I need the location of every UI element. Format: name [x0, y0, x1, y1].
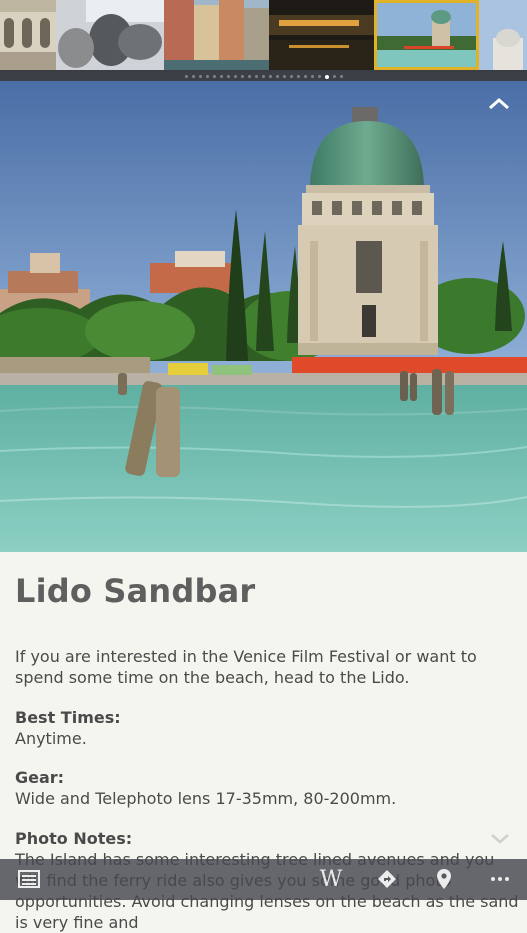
page-dot[interactable] [191, 75, 195, 78]
place-title: Lido Sandbar [15, 572, 256, 610]
page-dot[interactable] [310, 75, 314, 78]
thumbnail-palace-arches[interactable] [0, 0, 56, 70]
page-dot[interactable] [254, 75, 258, 78]
page-dot[interactable] [205, 75, 209, 78]
page-indicator [0, 72, 527, 81]
best-times-label: Best Times: [15, 708, 121, 727]
gear-label: Gear: [15, 768, 65, 787]
directions-icon-glyph [378, 870, 396, 888]
thumbnail-image [164, 0, 269, 70]
thumbnail-lion-statue[interactable] [56, 0, 164, 70]
page-dot[interactable] [226, 75, 230, 78]
page-dot[interactable] [184, 75, 188, 78]
best-times-value: Anytime. [15, 729, 87, 748]
expand-chevron-down-icon[interactable] [487, 830, 513, 848]
thumbnail-image [0, 0, 56, 70]
page-dot[interactable] [289, 75, 293, 78]
thumbnail-strip [0, 0, 527, 72]
page-dot[interactable] [275, 75, 279, 78]
place-intro: If you are interested in the Venice Film… [15, 647, 477, 687]
page-dot[interactable] [233, 75, 237, 78]
collapse-chevron-up-icon[interactable] [485, 94, 513, 114]
map-pin-icon-glyph [437, 869, 451, 889]
page-dot[interactable] [324, 74, 329, 79]
page-dot[interactable] [282, 75, 286, 78]
page-dot[interactable] [198, 75, 202, 78]
thumbnail-image [374, 0, 479, 70]
page-dot[interactable] [212, 75, 216, 78]
list-icon-glyph [18, 870, 40, 888]
thumbnail-image [269, 0, 374, 70]
thumbnail-night-canal[interactable] [269, 0, 374, 70]
more-icon-glyph [491, 877, 509, 881]
gear-value: Wide and Telephoto lens 17-35mm, 80-200m… [15, 789, 397, 808]
page-dot[interactable] [332, 75, 336, 78]
more-icon[interactable] [488, 867, 512, 891]
thumbnail-lido-sandbar[interactable] [374, 0, 479, 70]
page-dot[interactable] [268, 75, 272, 78]
thumbnail-church-dome[interactable] [479, 0, 527, 70]
page-dot[interactable] [247, 75, 251, 78]
hero-image [0, 81, 527, 552]
page-dot[interactable] [219, 75, 223, 78]
hero-photo [0, 81, 527, 552]
directions-icon[interactable] [375, 867, 399, 891]
page-dot[interactable] [240, 75, 244, 78]
gear-section: Gear: Wide and Telephoto lens 17-35mm, 8… [15, 767, 515, 809]
map-pin-icon[interactable] [434, 867, 454, 891]
page-dot[interactable] [317, 75, 321, 78]
thumbnail-image [56, 0, 164, 70]
page-dot[interactable] [339, 75, 343, 78]
page-dot[interactable] [296, 75, 300, 78]
page-dot[interactable] [303, 75, 307, 78]
best-times-section: Best Times: Anytime. [15, 707, 515, 749]
page-dot[interactable] [261, 75, 265, 78]
list-icon[interactable] [16, 867, 42, 891]
thumbnail-canal-houses[interactable] [164, 0, 269, 70]
bottom-toolbar: W [0, 859, 527, 900]
photo-notes-label: Photo Notes: [15, 829, 133, 848]
wikipedia-icon[interactable]: W [316, 867, 346, 892]
thumbnail-image [479, 0, 527, 70]
